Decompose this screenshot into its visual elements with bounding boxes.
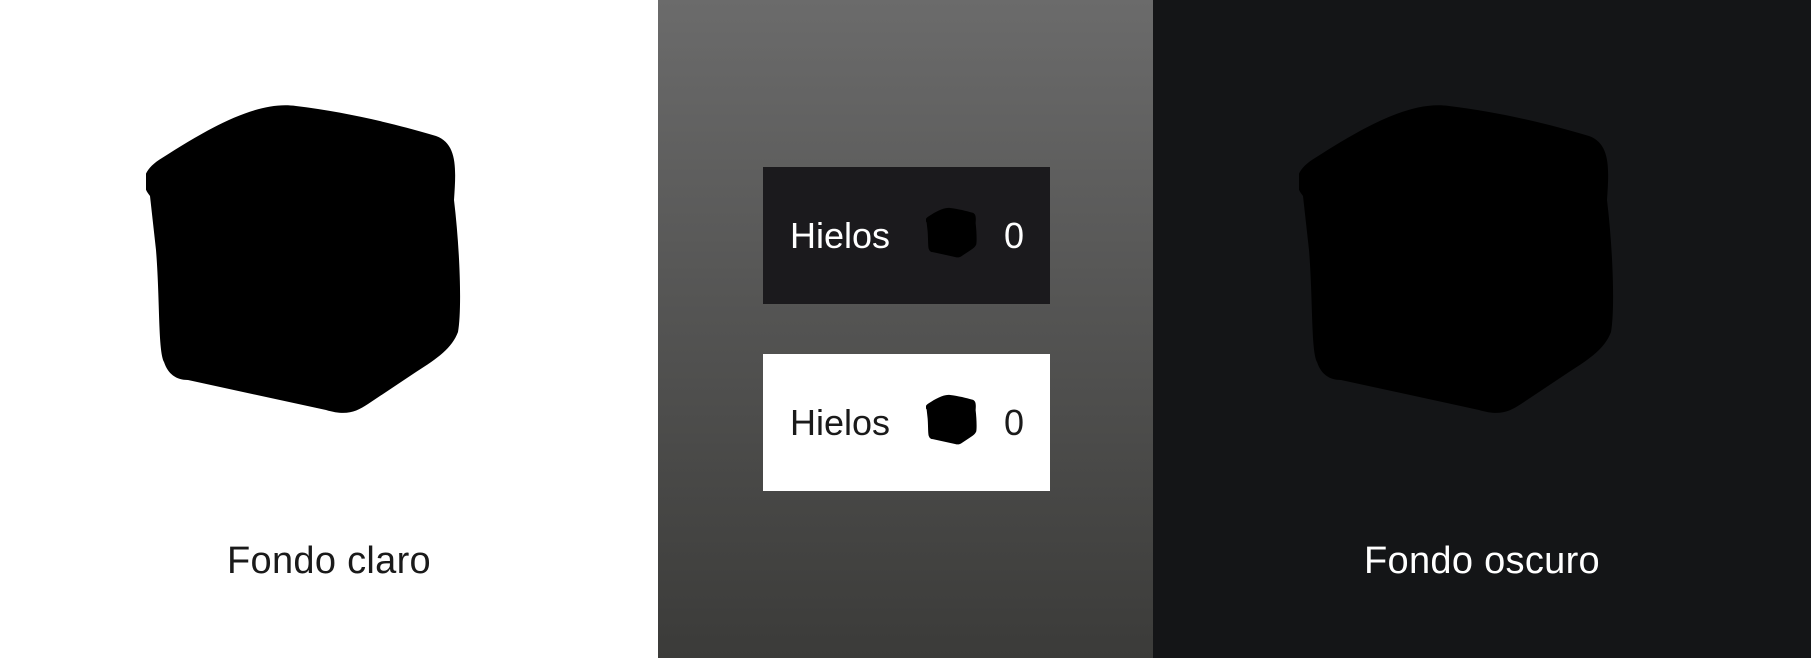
light-background-caption: Fondo claro <box>227 540 431 582</box>
badge-count: 0 <box>1004 214 1025 256</box>
badge-preview-panel: Hielos .bd .c-outline { fill: #35bcd4; }… <box>658 0 1153 658</box>
ice-counter-badge-light: Hielos .bl .c-outline { fill: #35bcd4; }… <box>763 354 1050 491</box>
badge-count: 0 <box>1004 401 1025 443</box>
ice-counter-badge-dark: Hielos .bd .c-outline { fill: #35bcd4; }… <box>763 167 1050 304</box>
ice-cube-icon: .bd .c-outline { fill: #35bcd4; } .bd .c… <box>926 207 984 265</box>
light-background-panel: .light .c-outline { fill: #35bcd4; } .li… <box>0 0 658 658</box>
badge-label: Hielos <box>790 401 891 443</box>
branding-board: .light .c-outline { fill: #35bcd4; } .li… <box>0 0 1811 658</box>
ice-cube-icon: .light .c-outline { fill: #35bcd4; } .li… <box>146 100 506 460</box>
dark-background-caption: Fondo oscuro <box>1364 540 1600 582</box>
ice-cube-icon: .bl .c-outline { fill: #35bcd4; } .bl .c… <box>926 394 984 452</box>
dark-background-panel: .dk .c-outline { fill: #35bcd4; } .dk .c… <box>1153 0 1811 658</box>
ice-cube-icon: .dk .c-outline { fill: #35bcd4; } .dk .c… <box>1299 100 1659 460</box>
badge-label: Hielos <box>790 214 891 256</box>
